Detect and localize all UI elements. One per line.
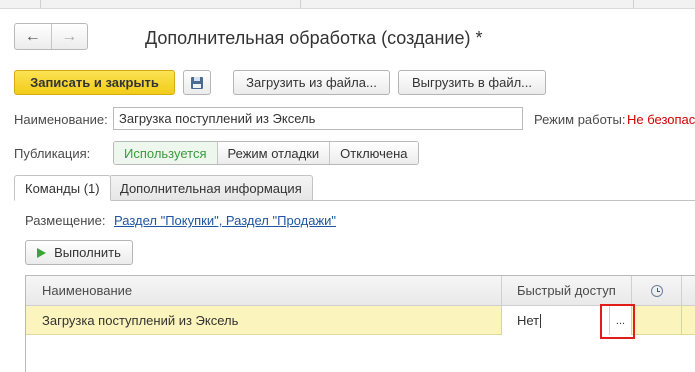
strip-divider (40, 0, 41, 8)
clock-icon (650, 284, 663, 297)
column-header-quick-access[interactable]: Быстрый доступ (501, 276, 631, 306)
page-title: Дополнительная обработка (создание) * (145, 28, 483, 48)
save-button[interactable] (183, 70, 211, 95)
mode-label: Режим работы: (534, 112, 626, 127)
arrow-left-icon: ← (24, 27, 41, 45)
mode-value[interactable]: Не безопас (627, 112, 695, 127)
load-from-file-button[interactable]: Загрузить из файла... (233, 70, 390, 95)
publication-option-used[interactable]: Используется (114, 142, 217, 164)
publication-switch: Используется Режим отладки Отключена (113, 141, 419, 165)
tab-commands[interactable]: Команды (1) (14, 175, 111, 201)
floppy-disk-icon (191, 76, 203, 89)
row-schedule-cell[interactable] (631, 306, 681, 335)
publication-option-debug[interactable]: Режим отладки (216, 142, 330, 164)
quick-access-field[interactable]: Нет (501, 306, 609, 335)
row-name: Загрузка поступлений из Эксель (42, 313, 239, 328)
unload-to-file-button[interactable]: Выгрузить в файл... (398, 70, 546, 95)
column-header-extra (681, 276, 695, 306)
execute-button[interactable]: Выполнить (25, 240, 133, 265)
name-field[interactable]: Загрузка поступлений из Эксель (113, 107, 523, 130)
column-header-name[interactable]: Наименование (26, 276, 501, 306)
execute-label: Выполнить (54, 245, 121, 260)
arrow-right-icon: → (61, 27, 78, 45)
tab-additional-info[interactable]: Дополнительная информация (109, 175, 313, 201)
placement-label: Размещение: (25, 213, 106, 228)
navigation-buttons: ← → (14, 23, 88, 50)
highlight-box (600, 304, 635, 339)
publication-label: Публикация: (14, 146, 91, 161)
name-label: Наименование: (14, 112, 108, 127)
publication-option-disabled[interactable]: Отключена (329, 142, 418, 164)
play-icon (37, 247, 47, 258)
top-strip (0, 0, 695, 9)
strip-divider (300, 0, 301, 8)
placement-link[interactable]: Раздел "Покупки", Раздел "Продажи" (114, 213, 336, 228)
strip-divider (633, 0, 634, 8)
column-header-schedule[interactable] (631, 276, 681, 306)
save-and-close-button[interactable]: Записать и закрыть (14, 70, 175, 95)
commands-table: Наименование Быстрый доступ Загрузка пос… (25, 275, 695, 372)
row-extra-cell (681, 306, 695, 335)
forward-button[interactable]: → (50, 24, 88, 49)
back-button[interactable]: ← (15, 24, 51, 49)
text-cursor (540, 313, 542, 328)
table-row[interactable]: Загрузка поступлений из Эксель Нет ... (26, 306, 695, 335)
